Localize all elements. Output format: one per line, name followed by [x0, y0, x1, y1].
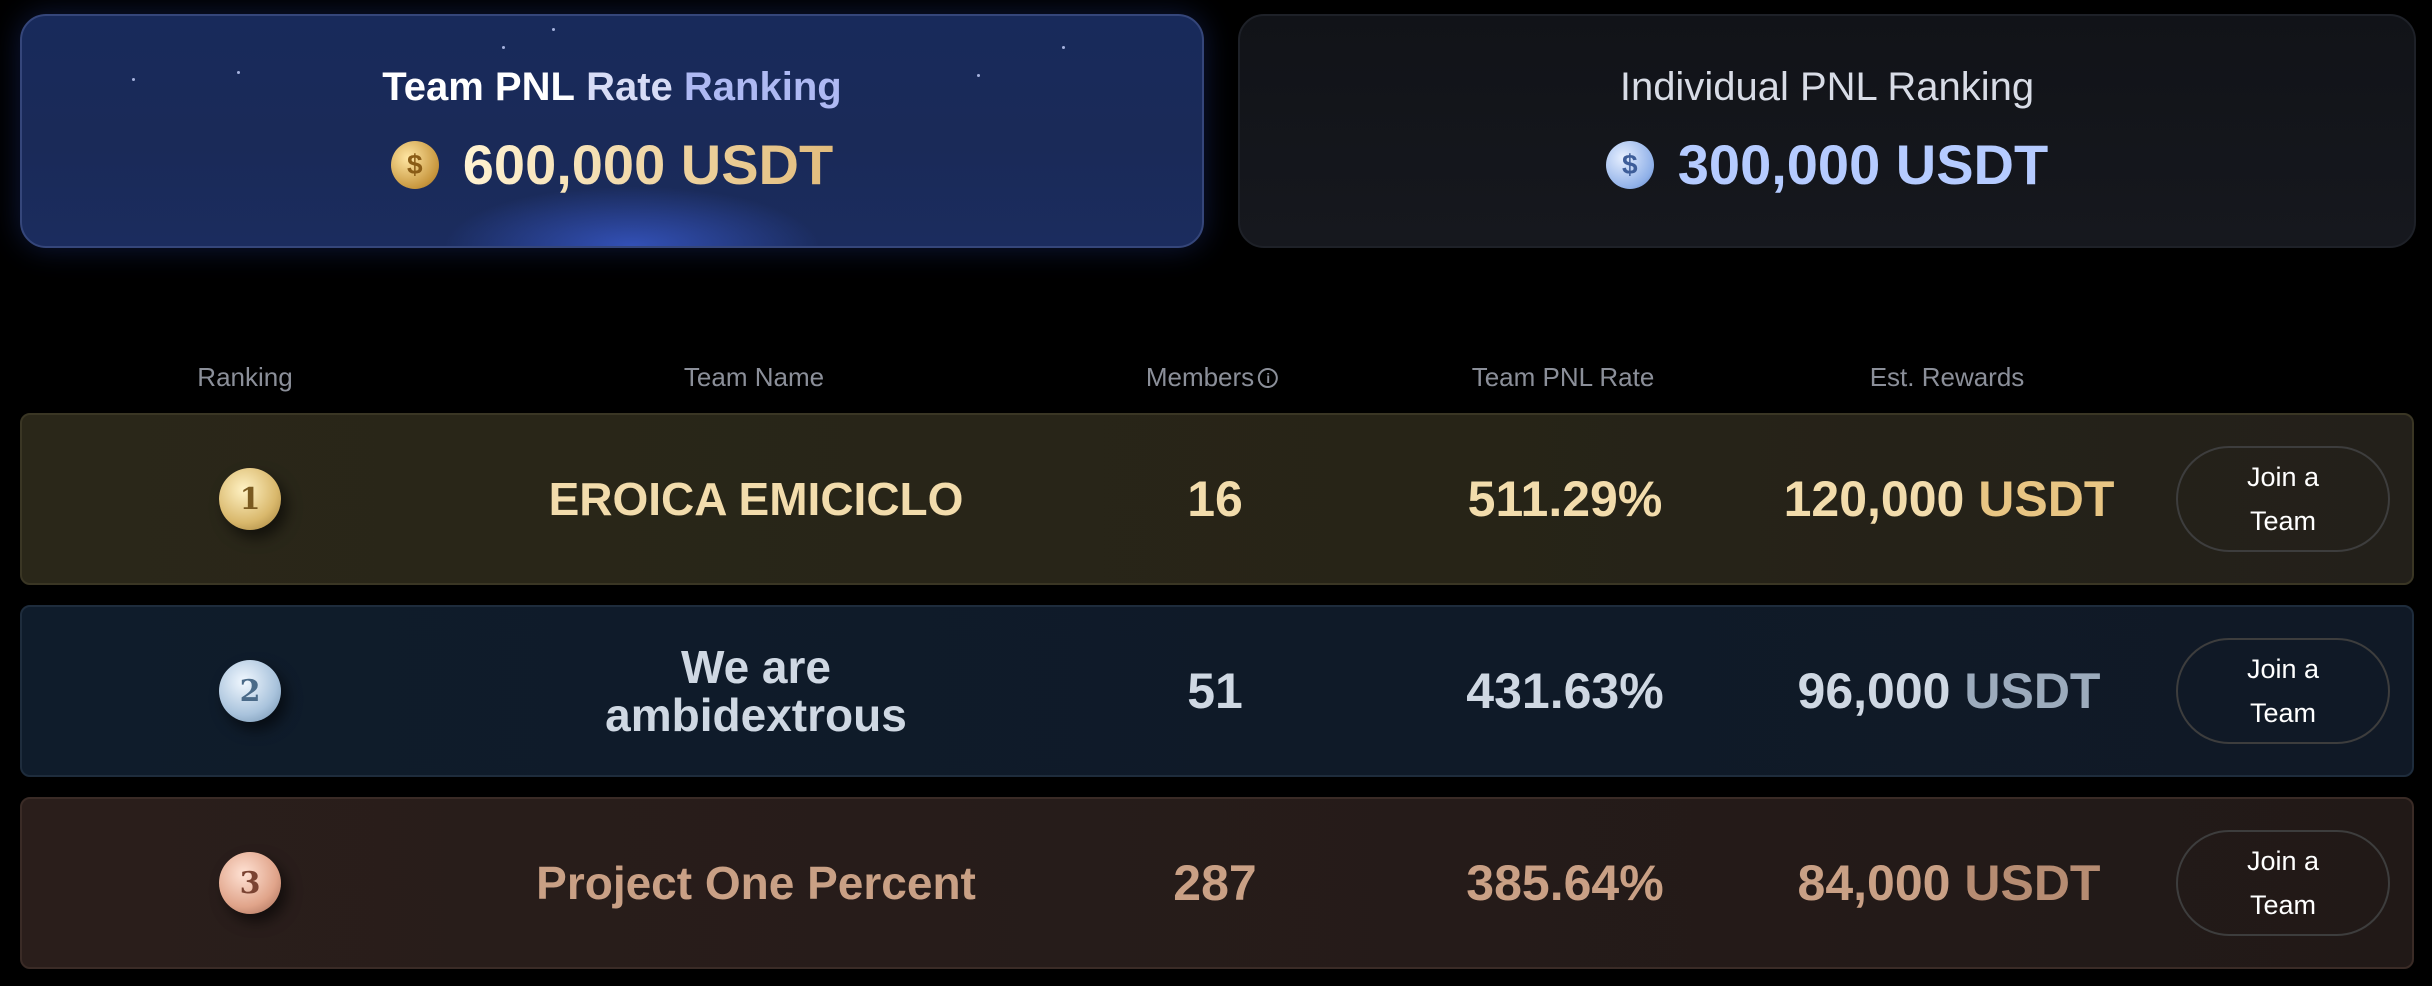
- join-team-label: Join a Team: [2246, 654, 2320, 728]
- info-icon[interactable]: i: [1258, 367, 1279, 388]
- join-team-button[interactable]: Join a Team: [2176, 638, 2390, 744]
- team-prize-title-part1: Team PNL: [382, 65, 575, 109]
- rank-cell: 1: [219, 468, 281, 530]
- table-row: 1 EROICA EMICICLO 16 511.29% 120,000 USD…: [20, 413, 2414, 585]
- join-team-button[interactable]: Join a Team: [2176, 830, 2390, 936]
- header-members: Members i: [1145, 362, 1279, 393]
- header-ranking: Ranking: [197, 362, 293, 392]
- team-name[interactable]: Project One Percent: [536, 859, 976, 907]
- members-count: 51: [1187, 663, 1243, 719]
- rank-cell: 3: [219, 852, 281, 914]
- bronze-medal-icon: 3: [219, 852, 281, 914]
- team-prize-title-part3: Ranking: [683, 65, 842, 109]
- star-decoration: [502, 46, 505, 49]
- reward-amount: 120,000: [1783, 471, 1965, 527]
- members-count: 16: [1187, 471, 1243, 527]
- join-team-button[interactable]: Join a Team: [2176, 446, 2390, 552]
- reward-unit: USDT: [1964, 855, 2101, 911]
- est-rewards: 96,000 USDT: [1798, 662, 2101, 720]
- gold-medal-icon: 1: [219, 468, 281, 530]
- pnl-rate: 385.64%: [1466, 855, 1664, 911]
- table-row: 3 Project One Percent 287 385.64% 84,000…: [20, 797, 2414, 969]
- pnl-rate: 431.63%: [1466, 663, 1664, 719]
- team-name[interactable]: EROICA EMICICLO: [549, 475, 964, 523]
- blue-coin-icon: $: [1605, 140, 1654, 189]
- individual-prize-title: Individual PNL Ranking: [1619, 65, 2035, 109]
- table-row: 2 We are ambidextrous 51 431.63% 96,000 …: [20, 605, 2414, 777]
- pnl-rate: 511.29%: [1467, 471, 1663, 527]
- individual-pnl-prize-card[interactable]: Individual PNL Ranking $ 300,000 USDT: [1238, 14, 2416, 248]
- reward-unit: USDT: [1964, 663, 2101, 719]
- join-team-label: Join a Team: [2246, 462, 2320, 536]
- reward-amount: 96,000: [1797, 663, 1951, 719]
- join-team-label: Join a Team: [2246, 846, 2320, 920]
- header-team-name: Team Name: [683, 362, 825, 392]
- star-decoration: [132, 78, 135, 81]
- individual-prize-amount: 300,000 USDT: [1677, 133, 2049, 196]
- star-decoration: [237, 71, 240, 74]
- star-decoration: [977, 74, 980, 77]
- individual-prize-amount-row: $ 300,000 USDT: [1605, 132, 2049, 197]
- reward-unit: USDT: [1978, 471, 2115, 527]
- ranking-table-header: Ranking Team Name Members i Team PNL Rat…: [0, 362, 2432, 398]
- team-prize-amount-row: $ 600,000 USDT: [390, 132, 834, 197]
- team-prize-title-part2: Rate: [586, 65, 673, 109]
- team-pnl-prize-card[interactable]: Team PNL Rate Ranking $ 600,000 USDT: [20, 14, 1204, 248]
- star-decoration: [552, 28, 555, 31]
- reward-amount: 84,000: [1797, 855, 1951, 911]
- gold-coin-icon: $: [390, 140, 439, 189]
- team-prize-amount: 600,000 USDT: [462, 133, 834, 196]
- header-est-rewards: Est. Rewards: [1869, 362, 2025, 392]
- est-rewards: 84,000 USDT: [1798, 854, 2101, 912]
- est-rewards: 120,000 USDT: [1784, 470, 2115, 528]
- team-name[interactable]: We are ambidextrous: [576, 643, 936, 739]
- rank-cell: 2: [219, 660, 281, 722]
- header-members-label: Members: [1145, 362, 1255, 392]
- header-pnl-rate: Team PNL Rate: [1471, 362, 1655, 392]
- silver-medal-icon: 2: [219, 660, 281, 722]
- team-prize-title: Team PNL Rate Ranking: [382, 65, 841, 110]
- star-decoration: [1062, 46, 1065, 49]
- members-count: 287: [1173, 855, 1257, 911]
